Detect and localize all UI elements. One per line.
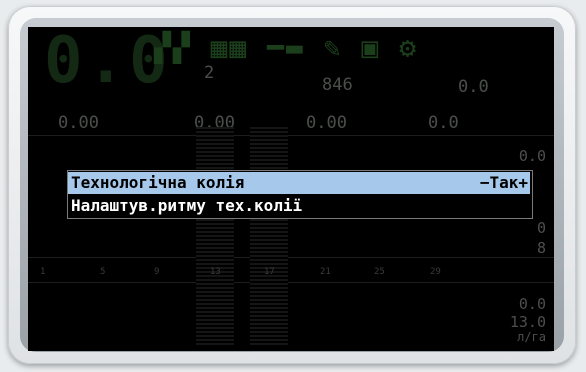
rate-unit: л/га — [517, 330, 546, 344]
right-value-5: 13.0 — [509, 313, 546, 331]
tick-label: 9 — [154, 267, 160, 277]
section-bar — [250, 127, 288, 347]
sections-value: 2 — [204, 63, 215, 83]
right-value-4: 0.0 — [518, 295, 546, 313]
menu-item-value-toggle[interactable]: −Так+ — [480, 172, 528, 194]
menu-item-tramline-rhythm[interactable]: Налаштув.ритму тех.колії — [68, 195, 530, 217]
tick-label: 1 — [40, 267, 46, 277]
tick-label: 13 — [210, 267, 221, 277]
status-icon-row: ▞▞ ▦▦ ━▬ ✎ ▣ ⚙ — [154, 31, 418, 64]
right-value-2: 0 — [536, 219, 546, 237]
field-icon: ▞▞ — [154, 31, 192, 64]
implement-icon: ▦▦ — [210, 31, 249, 64]
right-value-3: 8 — [536, 239, 546, 257]
section-bar — [196, 127, 234, 347]
stat-value-4: 0.0 — [428, 113, 459, 133]
tick-label: 5 — [100, 267, 106, 277]
menu-item-tramline[interactable]: Технологічна колія −Так+ — [68, 172, 530, 194]
tick-label: 25 — [374, 267, 385, 277]
right-value-1: 0.0 — [518, 147, 546, 165]
menu-item-label: Технологічна колія — [71, 173, 245, 192]
stat-value-3: 0.00 — [306, 113, 347, 133]
tractor-icon: ━▬ — [267, 31, 305, 64]
rpm-value: 0.0 — [458, 77, 489, 97]
doc-icon: ▣ — [361, 31, 381, 64]
wrench-icon: ✎ — [323, 31, 343, 64]
area-value: 846 — [322, 75, 353, 95]
terminal-screen: 0.0 ▞▞ ▦▦ ━▬ ✎ ▣ ⚙ 2 846 0.0 0.00 0.00 0… — [28, 27, 554, 351]
tick-label: 29 — [430, 267, 441, 277]
tick-label: 21 — [320, 267, 331, 277]
menu-item-label: Налаштув.ритму тех.колії — [71, 196, 303, 215]
speed-readout: 0.0 — [44, 27, 172, 98]
tick-label: 17 — [264, 267, 275, 277]
settings-icon: ⚙ — [399, 31, 419, 64]
stat-value-1: 0.00 — [58, 113, 99, 133]
tramline-menu: Технологічна колія −Так+ Налаштув.ритму … — [67, 170, 533, 219]
